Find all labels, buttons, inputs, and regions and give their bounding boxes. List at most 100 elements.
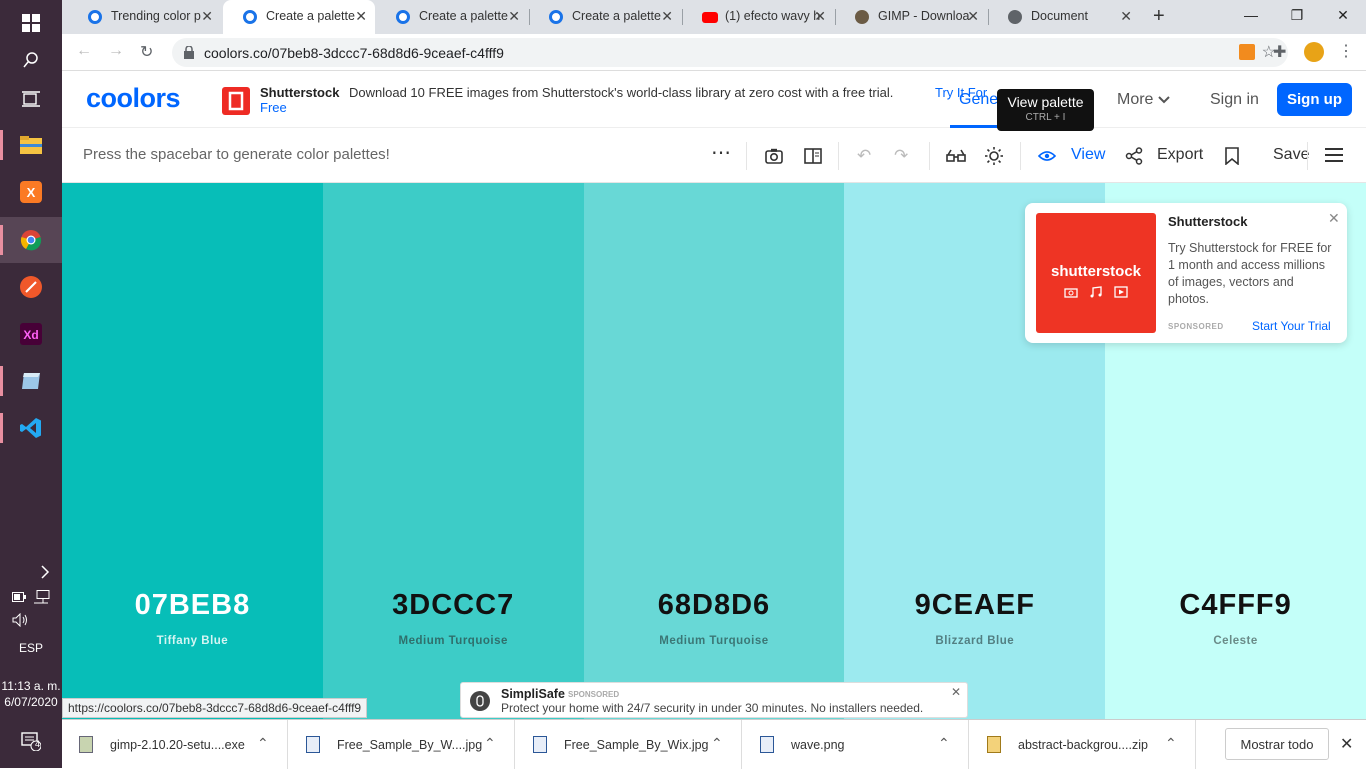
color-hex[interactable]: 9CEAEF [844,589,1105,622]
undo-icon[interactable]: ↶ [857,146,871,166]
export-label: Export [1157,146,1204,163]
more-options-icon[interactable]: ⋯ [711,140,731,165]
nav-generate[interactable]: Gene [959,91,998,109]
installer-file-icon [79,736,93,753]
download-item[interactable]: Free_Sample_By_W....jpg ⌃ [289,720,515,769]
svg-text:X: X [27,185,36,200]
color-name: Medium Turquoise [659,635,769,647]
taskbar-file-explorer[interactable] [0,122,62,168]
youtube-icon [702,12,718,23]
download-item[interactable]: abstract-backgrou....zip ⌃ [970,720,1196,769]
view-layout-icon[interactable] [804,148,822,164]
volume-control[interactable] [0,608,62,632]
ad-brand: Shutterstock [260,85,340,100]
close-icon[interactable]: ✕ [201,8,213,25]
coolors-logo[interactable]: coolors [86,83,181,114]
glasses-icon[interactable] [946,149,966,163]
hamburger-menu-icon[interactable] [1325,148,1343,162]
bookmark-icon [1225,147,1239,165]
close-icon[interactable]: ✕ [967,8,979,25]
action-center[interactable]: 4 [0,718,62,764]
restore-icon[interactable]: ❐ [1274,0,1320,30]
sign-in-link[interactable]: Sign in [1210,91,1259,109]
camera-icon[interactable] [765,148,783,164]
close-icon[interactable]: ✕ [1120,8,1132,25]
shutterstock-ad-image[interactable]: shutterstock [1036,213,1156,333]
color-hex[interactable]: 68D8D6 [584,589,845,622]
chevron-up-icon[interactable]: ⌃ [938,735,950,752]
taskbar-brackets[interactable] [0,264,62,310]
coolors-favicon-icon [396,10,410,24]
tab-youtube[interactable]: (1) efecto wavy h ✕ [682,0,834,34]
color-hex[interactable]: C4FFF9 [1105,589,1366,622]
download-item[interactable]: wave.png ⌃ [743,720,969,769]
running-indicator [0,413,3,443]
close-icon[interactable]: ✕ [508,8,520,25]
color-hex[interactable]: 07BEB8 [62,589,323,622]
taskbar-adobe-xd[interactable]: Xd [0,311,62,357]
color-swatch[interactable]: 68D8D6 Medium Turquoise [583,183,845,719]
tab-document[interactable]: Document ✕ [988,0,1140,34]
color-swatch[interactable]: 07BEB8 Tiffany Blue [62,183,323,719]
tab-create-palette-3[interactable]: Create a palette ✕ [529,0,681,34]
task-view-icon [22,91,40,107]
brightness-icon[interactable] [985,147,1003,165]
ad-title[interactable]: Shutterstock [1168,214,1247,229]
extension-chart-icon[interactable] [1239,44,1255,60]
profile-avatar[interactable] [1304,42,1324,62]
network-icon[interactable] [34,590,50,604]
color-swatch[interactable]: 3DCCC7 Medium Turquoise [322,183,584,719]
ad-text: Download 10 FREE images from Shutterstoc… [349,85,894,100]
battery-icon[interactable] [12,592,26,602]
input-language[interactable]: ESP [0,641,62,655]
close-icon[interactable]: ✕ [951,685,961,699]
reload-icon[interactable]: ↻ [140,42,153,62]
close-icon[interactable]: ✕ [355,8,367,25]
nav-more-label: More [1117,91,1154,108]
close-icon[interactable]: ✕ [661,8,673,25]
start-trial-link[interactable]: Start Your Trial [1252,319,1331,333]
chevron-up-icon[interactable]: ⌃ [711,735,723,752]
new-tab-button[interactable]: + [1153,5,1165,28]
tab-create-palette-active[interactable]: Create a palette ✕ [223,0,375,34]
taskbar-app-pinned[interactable] [0,358,62,404]
close-icon[interactable]: ✕ [1328,210,1340,227]
tab-title: GIMP - Downloa [878,9,970,23]
sign-up-button[interactable]: Sign up [1277,83,1352,116]
app-icon [22,373,40,389]
download-item[interactable]: Free_Sample_By_Wix.jpg ⌃ [516,720,742,769]
tab-title: Create a palette [266,9,355,23]
back-icon[interactable]: ← [76,42,92,60]
taskbar-chrome[interactable] [0,217,62,263]
show-all-downloads-button[interactable]: Mostrar todo [1225,728,1329,760]
address-bar[interactable]: coolors.co/07beb8-3dccc7-68d8d6-9ceaef-c… [172,38,1288,67]
lock-icon [184,46,194,59]
color-hex[interactable]: 3DCCC7 [323,589,584,622]
task-view-button[interactable] [0,76,62,122]
coolors-favicon-icon [549,10,563,24]
close-window-icon[interactable]: ✕ [1320,0,1366,30]
minimize-icon[interactable]: — [1228,0,1274,30]
adobe-xd-icon: Xd [20,323,42,345]
shutterstock-logo-icon [222,87,250,115]
close-icon[interactable]: ✕ [1340,734,1353,754]
chevron-up-icon[interactable]: ⌃ [1165,735,1177,752]
tab-gimp[interactable]: GIMP - Downloa ✕ [835,0,987,34]
tab-create-palette-2[interactable]: Create a palette ✕ [376,0,528,34]
simplisafe-ad[interactable]: SimpliSafe SPONSORED Protect your home w… [460,682,968,718]
extensions-puzzle-icon[interactable]: ✚ [1273,42,1286,62]
chevron-up-icon[interactable]: ⌃ [257,735,269,752]
download-item[interactable]: gimp-2.10.20-setu....exe ⌃ [62,720,288,769]
redo-icon[interactable]: ↷ [894,146,908,166]
menu-kebab-icon[interactable]: ⋮ [1338,41,1354,61]
taskbar-xampp[interactable]: X [0,169,62,215]
tab-trending-color[interactable]: Trending color p ✕ [68,0,221,34]
nav-more[interactable]: More [1117,91,1170,109]
chevron-up-icon[interactable]: ⌃ [484,735,496,752]
shutterstock-ad-card[interactable]: shutterstock Shutterstock Try Shuttersto… [1025,203,1347,343]
ad-cta-link-2[interactable]: Free [260,100,287,115]
taskbar-vscode[interactable] [0,405,62,451]
system-clock[interactable]: 11:13 a. m. 6/07/2020 [0,678,62,710]
close-icon[interactable]: ✕ [814,8,826,25]
forward-icon[interactable]: → [108,42,124,60]
